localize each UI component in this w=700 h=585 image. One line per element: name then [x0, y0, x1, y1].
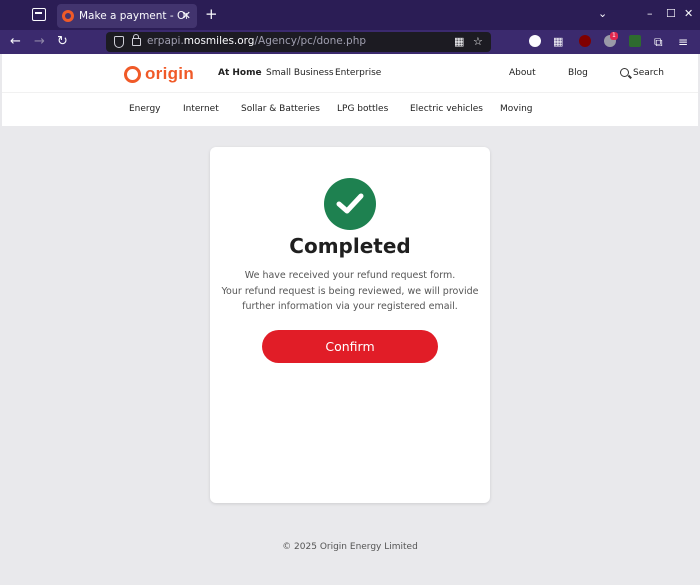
message-line: further information via your registered …: [242, 301, 458, 312]
logo-text: origin: [145, 64, 195, 83]
origin-logo[interactable]: origin: [124, 64, 194, 84]
back-arrow-icon[interactable]: ←: [10, 34, 21, 50]
completion-message: We have received your refund request for…: [210, 268, 490, 315]
list-all-tabs-icon[interactable]: ⌄: [598, 8, 607, 20]
qr-code-icon[interactable]: ▦: [454, 36, 464, 48]
forward-arrow-icon[interactable]: →: [34, 34, 45, 50]
category-nav: Energy Internet Sollar & Batteries LPG b…: [2, 92, 698, 126]
search-icon[interactable]: [620, 68, 629, 77]
subnav-internet[interactable]: Internet: [183, 104, 219, 114]
bookmark-star-icon[interactable]: ☆: [473, 36, 483, 48]
tab-overview-icon[interactable]: [32, 8, 46, 21]
nav-enterprise[interactable]: Enterprise: [335, 68, 381, 78]
url-text[interactable]: erpapi.mosmiles.org/Agency/pc/done.php: [147, 35, 366, 47]
confirm-button[interactable]: Confirm: [262, 330, 438, 363]
account-icon[interactable]: [529, 35, 541, 47]
browser-tab[interactable]: Make a payment - Origin E ✕: [57, 4, 197, 28]
subnav-lpg-bottles[interactable]: LPG bottles: [337, 104, 388, 114]
nav-at-home[interactable]: At Home: [218, 68, 262, 78]
nav-about[interactable]: About: [509, 68, 536, 78]
new-tab-button[interactable]: +: [205, 6, 218, 22]
extension-icon[interactable]: [629, 35, 641, 47]
origin-ring-icon: [124, 65, 141, 83]
lock-icon[interactable]: [132, 34, 141, 46]
completed-title: Completed: [289, 234, 411, 258]
close-window-button[interactable]: ✕: [684, 8, 693, 20]
footer-copyright: © 2025 Origin Energy Limited: [282, 542, 418, 552]
tab-title: Make a payment - Origin E: [79, 10, 187, 22]
success-check-icon: [324, 178, 376, 230]
nav-search[interactable]: Search: [633, 68, 664, 78]
menu-icon[interactable]: ≡: [678, 34, 688, 50]
message-line: We have received your refund request for…: [244, 270, 456, 281]
nav-small-business[interactable]: Small Business: [266, 68, 334, 78]
browser-tab-bar: Make a payment - Origin E ✕ + ⌄ – ☐ ✕: [0, 0, 700, 30]
origin-favicon-icon: [62, 10, 74, 22]
subnav-electric-vehicles[interactable]: Electric vehicles: [410, 104, 483, 114]
completion-card: Completed We have received your refund r…: [210, 147, 490, 503]
shield-icon[interactable]: [114, 36, 124, 48]
site-header: origin At Home Small Business Enterprise…: [2, 54, 698, 92]
puzzle-extensions-icon[interactable]: ⧉: [654, 34, 663, 50]
address-bar[interactable]: erpapi.mosmiles.org/Agency/pc/done.php ▦…: [106, 32, 491, 52]
extension-badge-count: 1: [610, 32, 618, 40]
ublock-icon[interactable]: [579, 35, 591, 47]
browser-nav-bar: ← → ↻ erpapi.mosmiles.org/Agency/pc/done…: [0, 30, 700, 54]
subnav-energy[interactable]: Energy: [129, 104, 161, 114]
message-line: Your refund request is being reviewed, w…: [221, 285, 479, 297]
close-tab-icon[interactable]: ✕: [182, 9, 191, 22]
subnav-moving[interactable]: Moving: [500, 104, 533, 114]
reload-icon[interactable]: ↻: [57, 34, 68, 50]
nav-blog[interactable]: Blog: [568, 68, 588, 78]
extensions-grid-icon[interactable]: ▦: [553, 34, 563, 50]
subnav-solar-batteries[interactable]: Sollar & Batteries: [241, 104, 320, 114]
minimize-button[interactable]: –: [647, 8, 653, 20]
maximize-button[interactable]: ☐: [666, 8, 676, 20]
